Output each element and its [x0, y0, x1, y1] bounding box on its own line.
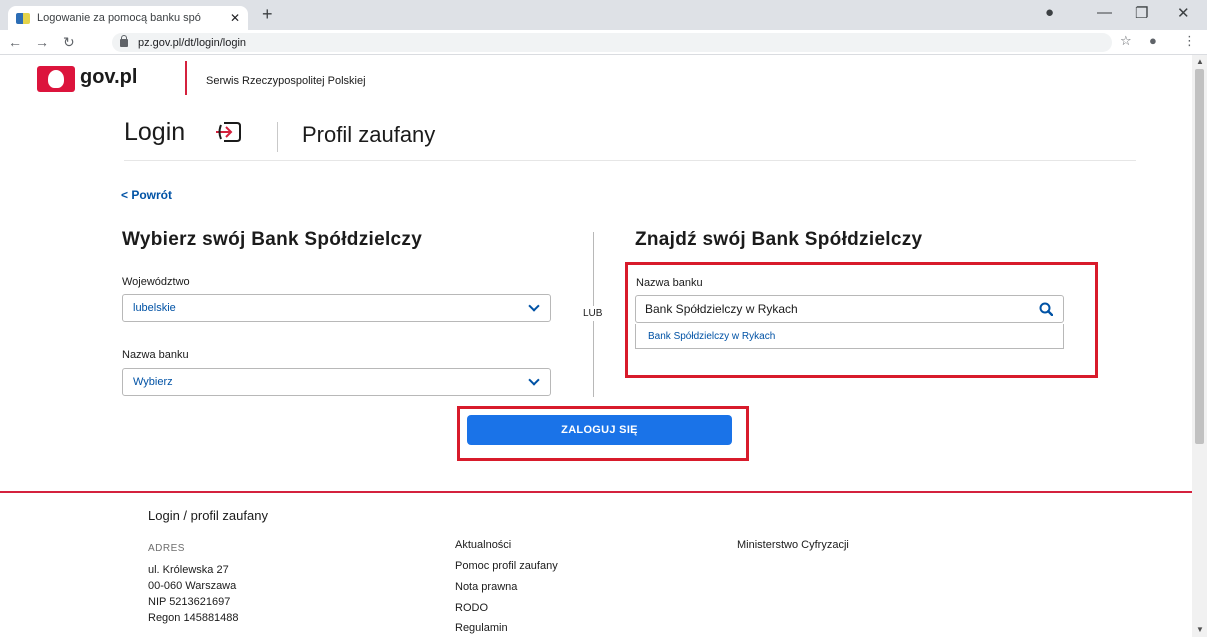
title-underline	[124, 160, 1136, 161]
address-line: NIP 5213621697	[148, 596, 231, 608]
address-line: ul. Królewska 27	[148, 564, 229, 576]
find-bank-heading: Znajdź swój Bank Spółdzielczy	[635, 229, 923, 250]
address-bar-row: ← → ↻ pz.gov.pl/dt/login/login ☆ ● ⋮	[0, 30, 1207, 55]
footer-link-terms[interactable]: Regulamin	[455, 622, 508, 634]
reload-icon[interactable]: ↻	[63, 34, 75, 51]
choose-bank-heading: Wybierz swój Bank Spółdzielczy	[122, 229, 423, 250]
back-arrow-icon[interactable]: ←	[8, 34, 22, 50]
profile-title: Profil zaufany	[302, 122, 436, 147]
footer-link-ministry[interactable]: Ministerstwo Cyfryzacji	[737, 539, 849, 551]
or-separator: LUB	[583, 306, 603, 321]
window-close-icon[interactable]: ✕	[1177, 4, 1190, 22]
footer-link-rodo[interactable]: RODO	[455, 602, 488, 614]
footer-title: Login / profil zaufany	[148, 508, 268, 523]
favicon-icon	[16, 12, 30, 24]
suggestion-text: Bank Spółdzielczy w Rykach	[648, 330, 776, 342]
browser-tab[interactable]: Logowanie za pomocą banku spó ✕	[8, 6, 248, 30]
footer-link-help[interactable]: Pomoc profil zaufany	[455, 560, 558, 572]
footer-link-legal[interactable]: Nota prawna	[455, 581, 517, 593]
address-line: Regon 145881488	[148, 612, 239, 624]
login-button[interactable]: ZALOGUJ SIĘ	[467, 415, 732, 445]
bookmark-star-icon[interactable]: ☆	[1120, 33, 1132, 49]
header-divider	[185, 61, 187, 95]
address-heading: ADRES	[148, 543, 185, 554]
minimize-icon[interactable]: —	[1097, 4, 1112, 21]
footer-link-news[interactable]: Aktualności	[455, 539, 511, 551]
search-suggestion-item[interactable]: Bank Spółdzielczy w Rykach	[635, 324, 1064, 349]
bank-search-input[interactable]: Bank Spółdzielczy w Rykach	[635, 295, 1064, 323]
bank-name-label-left: Nazwa banku	[122, 349, 189, 361]
account-icon[interactable]: ●	[1149, 33, 1157, 48]
chevron-down-icon	[528, 374, 540, 386]
login-title: Login	[124, 118, 186, 146]
scroll-thumb[interactable]	[1195, 69, 1204, 444]
forward-arrow-icon[interactable]: →	[35, 34, 49, 50]
eagle-emblem-icon	[37, 66, 75, 92]
login-arrow-icon	[216, 122, 241, 142]
address-line: 00-060 Warszawa	[148, 580, 237, 592]
chevron-down-icon	[528, 300, 540, 312]
site-header: gov.pl Serwis Rzeczypospolitej Polskiej	[0, 56, 1192, 106]
service-name: Serwis Rzeczypospolitej Polskiej	[206, 75, 366, 87]
browser-tab-bar: Logowanie za pomocą banku spó ✕ + ● — ❐ …	[0, 0, 1207, 30]
page-content: gov.pl Serwis Rzeczypospolitej Polskiej …	[0, 56, 1192, 637]
footer-divider	[0, 491, 1192, 493]
search-icon[interactable]	[1039, 302, 1053, 316]
bank-name-value: Wybierz	[133, 376, 173, 388]
scroll-down-icon[interactable]: ▼	[1196, 625, 1204, 634]
url-text: pz.gov.pl/dt/login/login	[138, 36, 247, 49]
voivodeship-label: Województwo	[122, 276, 190, 288]
lock-icon	[120, 34, 128, 47]
bank-name-label-right: Nazwa banku	[636, 277, 703, 289]
tab-title: Logowanie za pomocą banku spó	[37, 12, 201, 24]
bank-search-value: Bank Spółdzielczy w Rykach	[645, 302, 798, 316]
bank-name-select[interactable]: Wybierz	[122, 368, 551, 396]
back-link[interactable]: < Powrót	[121, 188, 172, 202]
brand-logo-text[interactable]: gov.pl	[80, 66, 137, 89]
restore-icon[interactable]: ❐	[1135, 4, 1148, 22]
voivodeship-value: lubelskie	[133, 302, 176, 314]
new-tab-button[interactable]: +	[262, 4, 273, 25]
scroll-up-icon[interactable]: ▲	[1196, 57, 1204, 66]
url-bar[interactable]: pz.gov.pl/dt/login/login	[112, 33, 1112, 52]
page-scrollbar[interactable]: ▲ ▼	[1192, 55, 1207, 637]
voivodeship-select[interactable]: lubelskie	[122, 294, 551, 322]
title-divider	[277, 122, 278, 152]
menu-dots-icon[interactable]: ⋮	[1183, 33, 1196, 49]
close-tab-icon[interactable]: ✕	[230, 11, 240, 25]
profile-dot-icon[interactable]: ●	[1045, 4, 1054, 21]
